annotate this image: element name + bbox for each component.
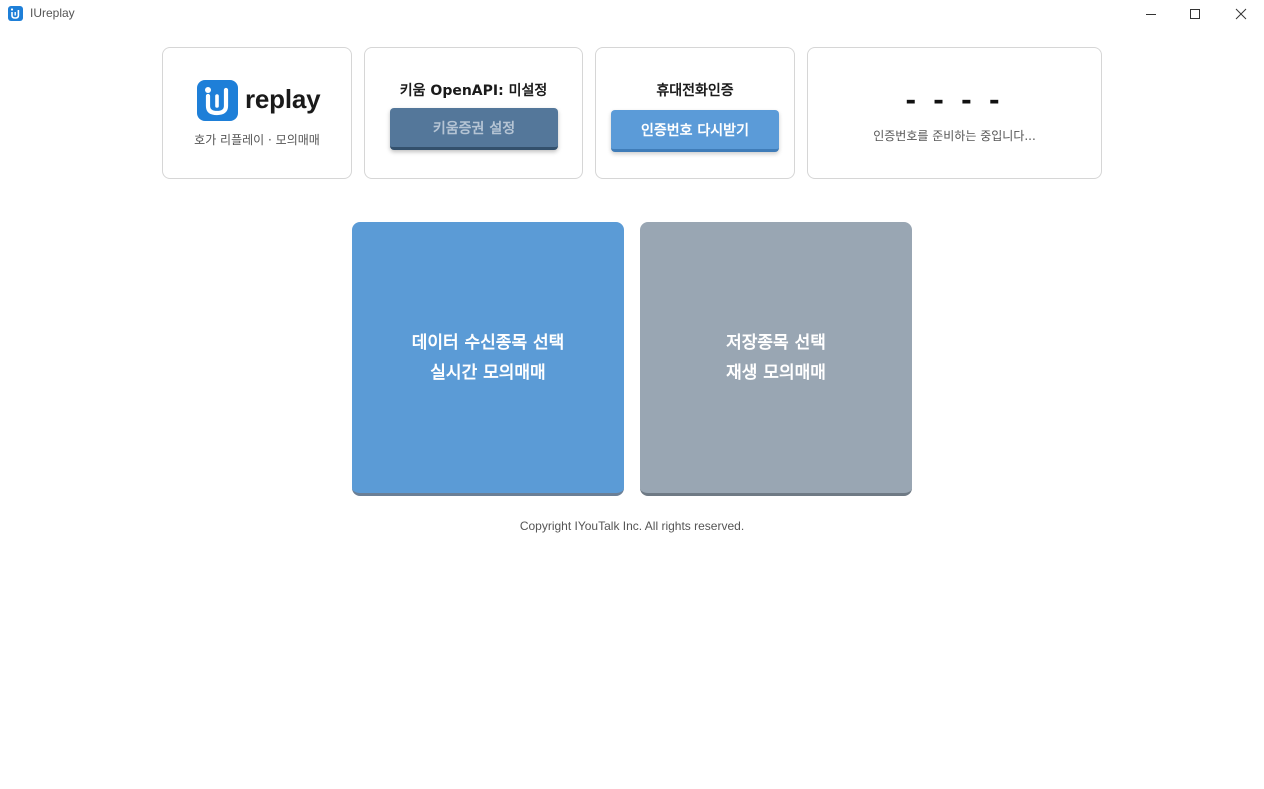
close-button[interactable] [1218, 0, 1264, 28]
api-status-card: 키움 OpenAPI: 미설정 키움증권 설정 [364, 47, 583, 179]
live-tile-line2: 실시간 모의매매 [430, 362, 546, 383]
live-tile-line1: 데이터 수신종목 선택 [411, 332, 565, 353]
title-bar: IUreplay [0, 0, 1264, 28]
iu-logo-icon [197, 80, 238, 121]
phone-auth-title: 휴대전화인증 [656, 83, 734, 99]
copyright-text: Copyright IYouTalk Inc. All rights reser… [519, 519, 745, 533]
maximize-button[interactable] [1172, 0, 1218, 28]
api-status-title: 키움 OpenAPI: 미설정 [399, 83, 548, 99]
live-trading-tile[interactable]: 데이터 수신종목 선택 실시간 모의매매 [352, 222, 624, 496]
auth-code-display: - - - - [905, 86, 1004, 116]
replay-tile-line2: 재생 모의매매 [726, 362, 826, 383]
logo-text: replay [245, 84, 321, 114]
maximize-icon [1190, 9, 1200, 19]
auth-code-status: 인증번호를 준비하는 중입니다... [873, 129, 1036, 143]
replay-tile-line1: 저장종목 선택 [726, 332, 826, 353]
phone-auth-card: 휴대전화인증 인증번호 다시받기 [595, 47, 795, 179]
brand-card: replay 호가 리플레이 · 모의매매 [162, 47, 352, 179]
resend-code-button[interactable]: 인증번호 다시받기 [611, 110, 779, 152]
kiwoom-settings-button[interactable]: 키움증권 설정 [390, 108, 558, 150]
replay-trading-tile[interactable]: 저장종목 선택 재생 모의매매 [640, 222, 912, 496]
minimize-button[interactable] [1128, 0, 1174, 28]
app-logo-icon [8, 6, 23, 21]
close-icon [1235, 8, 1247, 20]
auth-code-card: - - - - 인증번호를 준비하는 중입니다... [807, 47, 1102, 179]
brand-subtitle: 호가 리플레이 · 모의매매 [194, 133, 320, 147]
minimize-icon [1146, 14, 1156, 15]
window-title: IUreplay [30, 6, 75, 20]
